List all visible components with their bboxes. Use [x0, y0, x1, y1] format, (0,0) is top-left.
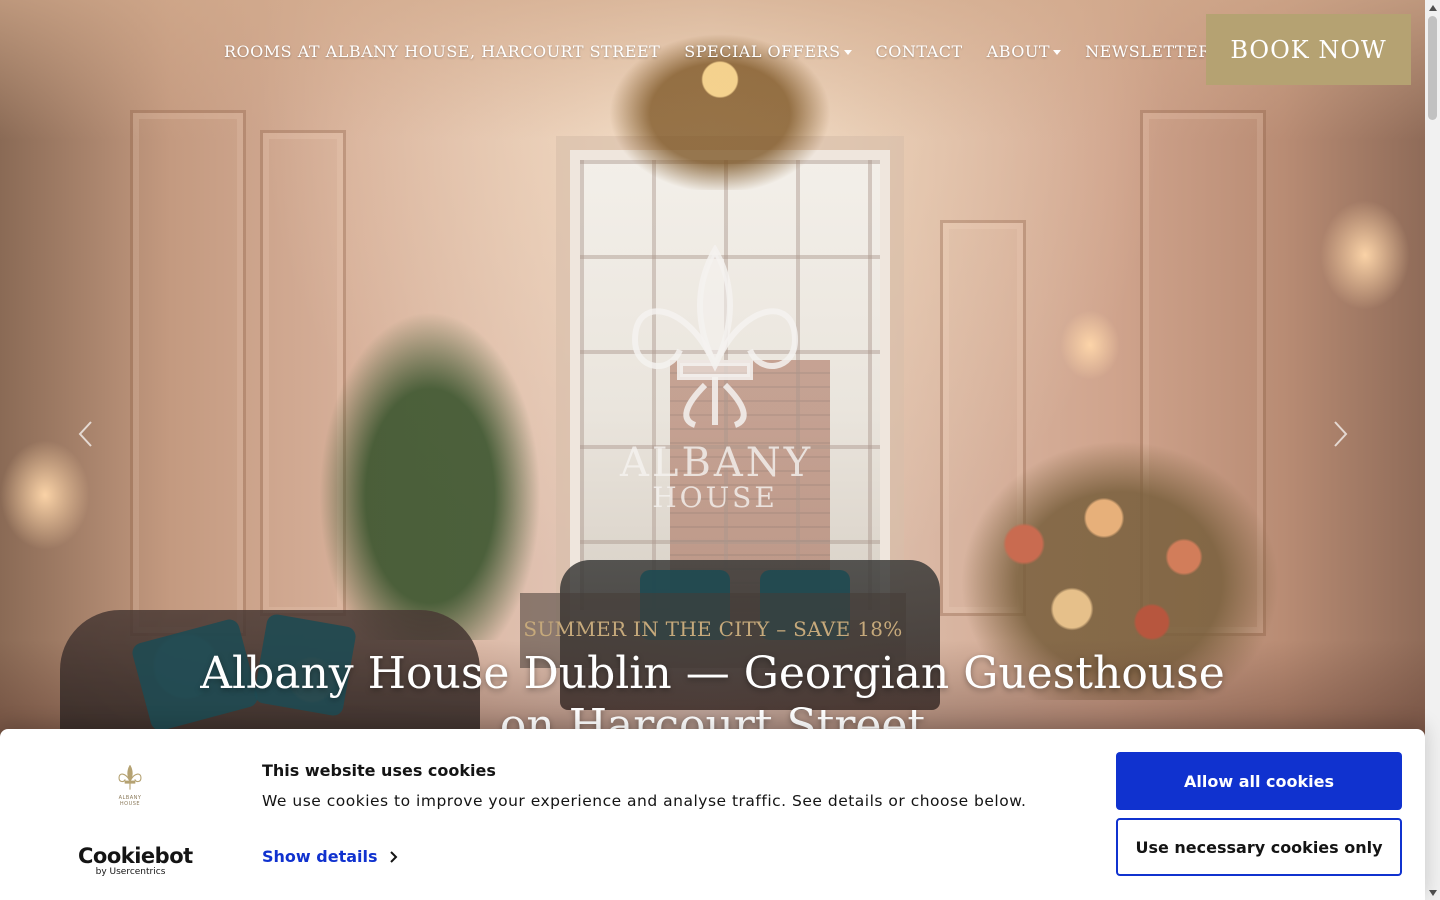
- carousel-next-button[interactable]: [1332, 420, 1350, 448]
- nav-item-special-offers[interactable]: SPECIAL OFFERS: [684, 42, 852, 61]
- fleur-de-lis-icon: [631, 245, 799, 428]
- cookie-description: We use cookies to improve your experienc…: [262, 792, 1027, 810]
- cookie-title: This website uses cookies: [262, 761, 496, 780]
- show-details-label: Show details: [262, 847, 378, 866]
- page-scrollbar[interactable]: [1425, 0, 1440, 900]
- allow-all-cookies-button[interactable]: Allow all cookies: [1116, 752, 1402, 810]
- table-lamp: [0, 440, 90, 550]
- albany-house-logo: ALBANY HOUSE: [620, 245, 810, 513]
- nav-item-about[interactable]: ABOUT: [986, 42, 1062, 61]
- show-details-link[interactable]: Show details: [262, 847, 398, 866]
- nav-item-label: ABOUT: [986, 42, 1051, 61]
- necessary-cookies-button[interactable]: Use necessary cookies only: [1116, 818, 1402, 876]
- main-nav: ROOMS AT ALBANY HOUSE, HARCOURT STREET S…: [224, 42, 1293, 61]
- book-now-button[interactable]: BOOK NOW: [1206, 14, 1411, 85]
- plant: [300, 280, 560, 640]
- scroll-down-button[interactable]: [1425, 885, 1440, 900]
- wall-panel: [130, 110, 246, 636]
- chevron-right-small-icon: [389, 850, 397, 863]
- cookiebot-logo[interactable]: Cookiebot by Usercentrics: [78, 844, 193, 878]
- cookie-site-logo-text: ALBANY HOUSE: [118, 795, 142, 807]
- wall-lamp: [1320, 200, 1410, 310]
- triangle-up-icon: [1428, 4, 1437, 11]
- caret-down-icon: [843, 50, 852, 55]
- cookie-site-logo: ALBANY HOUSE: [112, 764, 148, 807]
- fleur-de-lis-icon: [118, 764, 142, 790]
- nav-item-label: SPECIAL OFFERS: [684, 42, 841, 61]
- cookie-banner: ALBANY HOUSE Cookiebot by Usercentrics T…: [0, 729, 1425, 900]
- scroll-up-button[interactable]: [1425, 0, 1440, 15]
- logo-line1: ALBANY: [620, 440, 814, 486]
- caret-down-icon: [1053, 50, 1062, 55]
- chevron-left-icon: [78, 421, 92, 447]
- triangle-down-icon: [1428, 889, 1437, 896]
- logo-line2: HOUSE: [652, 481, 778, 514]
- carousel-prev-button[interactable]: [76, 420, 94, 448]
- scrollbar-thumb[interactable]: [1428, 16, 1437, 120]
- chevron-right-icon: [1334, 421, 1348, 447]
- cookiebot-brand: Cookiebot: [78, 844, 193, 868]
- wall-lamp: [1060, 310, 1120, 380]
- cookiebot-brand-sub: by Usercentrics: [95, 867, 166, 877]
- nav-item-rooms[interactable]: ROOMS AT ALBANY HOUSE, HARCOURT STREET: [224, 42, 660, 61]
- nav-item-contact[interactable]: CONTACT: [876, 42, 963, 61]
